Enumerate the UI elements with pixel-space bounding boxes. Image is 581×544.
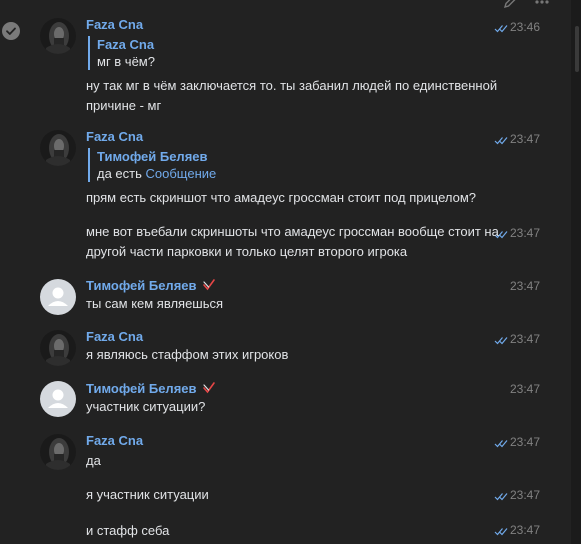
message-meta: 23:47 [494,332,540,346]
scrollbar-thumb[interactable] [575,26,579,72]
reply-text: да есть [97,166,142,181]
reply-text-line: да есть Сообщение [97,165,216,182]
message-author[interactable]: Faza Cna [86,129,143,145]
message-time: 23:47 [510,435,541,449]
message-meta: 23:47 [494,132,540,146]
message-author[interactable]: Faza Cna [86,17,143,33]
message-meta: 23:47 [494,382,540,396]
avatar[interactable] [40,18,76,54]
message-time: 23:47 [510,226,541,240]
message-text: мне вот въебали скриншоты что амадеус гр… [86,224,499,259]
chat-history: Faza Cna 23:46 Faza Cna мг в чём? ну так… [0,0,581,544]
message-meta: 23:47 [494,279,540,293]
message-toolbar [490,0,570,10]
message-text: я являюсь стаффом этих игроков [86,347,289,362]
reply-text: мг в чём? [97,54,155,69]
reply-quote[interactable]: Faza Cna мг в чём? [88,36,155,70]
message-text: ну так мг в чём заключается то. ты забан… [86,78,498,113]
avatar-placeholder[interactable] [40,381,76,417]
message-text: участник ситуации? [86,399,206,414]
read-check-icon [494,134,508,148]
reply-attachment-link[interactable]: Сообщение [146,166,217,181]
message-time: 23:47 [510,332,541,346]
message-text: да [86,453,101,468]
message-author[interactable]: Faza Cna [86,329,143,345]
message-meta: 23:47 [494,435,540,449]
message-time: 23:47 [510,523,541,537]
message-text: прям есть скриншот что амадеус гроссман … [86,190,476,205]
message-author[interactable]: Тимофей Беляев [86,381,197,396]
message-time: 23:46 [510,20,541,34]
avatar[interactable] [40,434,76,470]
reply-author: Faza Cna [97,37,155,52]
avatar-placeholder[interactable] [40,279,76,315]
reply-author: Тимофей Беляев [97,149,208,164]
message-time: 23:47 [510,279,541,293]
read-check-icon [494,22,508,36]
scrollbar-track[interactable] [571,0,581,544]
message-text: я участник ситуации [86,487,209,502]
message-meta: 23:46 [494,20,540,34]
message-author[interactable]: Faza Cna [86,433,143,449]
message-time: 23:47 [510,382,541,396]
message-author[interactable]: Тимофей Беляев [86,278,197,293]
avatar[interactable] [40,130,76,166]
reply-quote[interactable]: Тимофей Беляев да есть Сообщение [88,148,216,182]
message-text: ты сам кем являешься [86,296,224,311]
message-text: и стафф себа [86,523,170,538]
message-time: 23:47 [510,488,541,502]
message-time: 23:47 [510,132,541,146]
pencil-icon[interactable] [502,0,518,10]
selected-check-icon[interactable] [2,22,20,40]
more-dots-icon[interactable] [534,0,550,10]
read-check-icon [494,437,508,451]
avatar[interactable] [40,330,76,366]
